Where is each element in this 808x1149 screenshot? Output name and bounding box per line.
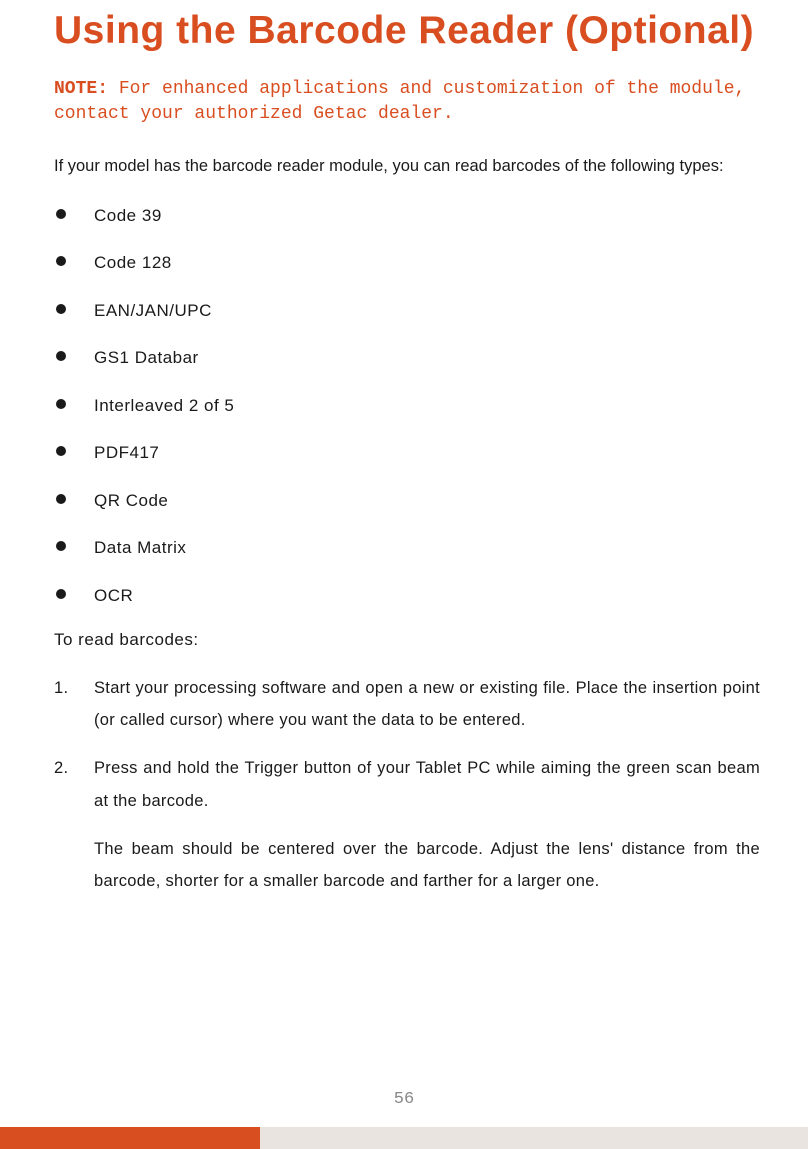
list-item: PDF417 [54,440,760,466]
list-item: Code 39 [54,203,760,229]
to-read-label: To read barcodes: [54,630,760,650]
list-item: OCR [54,583,760,609]
note-body: For enhanced applications and customizat… [54,79,745,124]
note-block: NOTE: For enhanced applications and cust… [54,77,760,127]
page-number: 56 [0,1090,808,1109]
page-heading: Using the Barcode Reader (Optional) [54,10,760,53]
list-item: QR Code [54,488,760,514]
list-item: Data Matrix [54,535,760,561]
footer-bar-accent [0,1127,260,1149]
footer-bars [0,1127,808,1149]
list-item: GS1 Databar [54,345,760,371]
intro-paragraph: If your model has the barcode reader mod… [54,151,760,182]
footer-bar-gray [260,1127,808,1149]
list-item: Interleaved 2 of 5 [54,393,760,419]
note-label: NOTE: [54,79,108,99]
steps-list: Start your processing software and open … [54,672,760,817]
list-item: Code 128 [54,250,760,276]
step-item: Start your processing software and open … [54,672,760,736]
step-item: Press and hold the Trigger button of you… [54,752,760,816]
barcode-types-list: Code 39 Code 128 EAN/JAN/UPC GS1 Databar… [54,203,760,609]
list-item: EAN/JAN/UPC [54,298,760,324]
step-extra-paragraph: The beam should be centered over the bar… [54,833,760,897]
